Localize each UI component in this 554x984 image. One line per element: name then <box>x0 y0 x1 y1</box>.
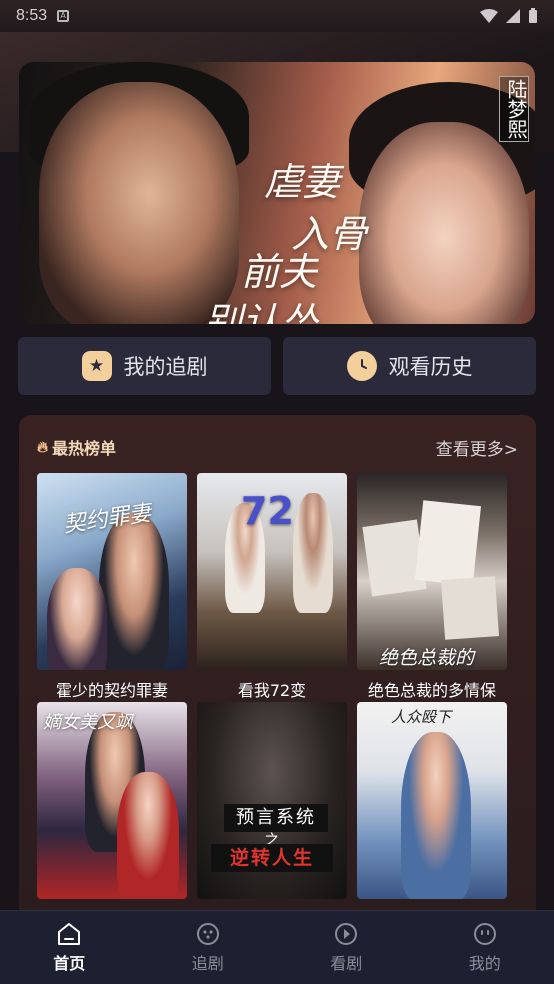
drama-poster: 72 <box>197 473 347 670</box>
watch-history-button[interactable]: 观看历史 <box>283 337 536 395</box>
drama-title: 看我72变 <box>237 681 307 700</box>
banner-title-line-1: 虐妻 <box>264 160 341 204</box>
drama-card[interactable]: 预言系统 之 逆转人生 <box>197 702 347 906</box>
poster-title-art: 绝色总裁的 <box>379 647 475 669</box>
banner-figure-left <box>39 82 239 324</box>
battery-icon <box>529 8 537 23</box>
signal-icon <box>506 9 520 23</box>
featured-banner[interactable]: 虐妻 入骨 前夫 别认怂 陆梦熙 <box>19 62 535 324</box>
home-icon <box>56 922 82 946</box>
tab-following[interactable]: 追剧 <box>139 911 278 984</box>
tab-following-label: 追剧 <box>191 953 224 973</box>
poster-photo-frame <box>440 576 500 640</box>
drama-poster: 契约罪妻 <box>37 473 187 670</box>
tab-profile[interactable]: 我的 <box>416 911 554 984</box>
wifi-icon <box>480 9 498 23</box>
hot-list-header: 🔥︎ 最热榜单 查看更多> <box>19 435 536 460</box>
notification-a-icon: A <box>57 10 70 22</box>
poster-title-art: 嫡女美又飒 <box>43 712 133 733</box>
my-favorites-button[interactable]: ★ 我的追剧 <box>18 337 271 395</box>
hot-list-title-text: 最热榜单 <box>52 439 117 458</box>
gamepad-icon <box>195 922 221 946</box>
tab-profile-label: 我的 <box>468 953 501 973</box>
drama-card[interactable]: 嫡女美又飒 <box>37 702 187 906</box>
poster-title-art: 逆转人生 <box>211 844 333 872</box>
poster-title-art: 72 <box>241 489 294 533</box>
hot-list-title: 🔥︎ 最热榜单 <box>37 435 116 459</box>
banner-title-line-4: 别认怂 <box>204 300 319 324</box>
see-more-link[interactable]: 查看更多> <box>436 435 518 460</box>
drama-card[interactable]: 人众殴下 <box>357 702 507 906</box>
poster-title-art: 人众殴下 <box>391 708 452 726</box>
drama-poster: 绝色总裁的 <box>357 473 507 670</box>
watch-history-label: 观看历史 <box>388 355 473 379</box>
clock-icon <box>346 351 377 381</box>
drama-title: 绝色总裁的多情保 <box>367 681 496 700</box>
poster-photo-frame <box>414 500 482 586</box>
tab-home-label: 首页 <box>53 953 86 973</box>
poster-figure <box>47 568 107 670</box>
banner-side-name: 陆梦熙 <box>499 76 529 142</box>
drama-card[interactable]: 绝色总裁的 绝色总裁的多情保 <box>357 473 507 701</box>
drama-card[interactable]: 72 看我72变 <box>197 473 347 701</box>
poster-figure <box>99 513 169 670</box>
drama-poster: 嫡女美又飒 <box>37 702 187 899</box>
poster-figure <box>293 493 333 613</box>
profile-face-icon <box>472 922 498 946</box>
tab-home[interactable]: 首页 <box>0 911 139 984</box>
status-bar: 8:53 A <box>0 0 554 32</box>
drama-card[interactable]: 契约罪妻 霍少的契约罪妻 <box>37 473 187 701</box>
poster-figure <box>401 732 471 899</box>
bottom-tab-bar: 首页 追剧 看剧 我的 <box>0 910 554 984</box>
status-icons <box>480 8 538 24</box>
drama-poster: 人众殴下 <box>357 702 507 899</box>
hot-list-section: 🔥︎ 最热榜单 查看更多> 契约罪妻 霍少的契约罪妻 72 看我72变 绝色总裁… <box>19 415 536 935</box>
banner-figure-right <box>359 122 529 324</box>
tab-watch[interactable]: 看剧 <box>277 911 416 984</box>
flame-icon: 🔥︎ <box>37 438 49 456</box>
tab-watch-label: 看剧 <box>330 953 363 973</box>
status-time: 8:53 <box>16 7 48 24</box>
poster-figure <box>117 772 179 899</box>
drama-title: 霍少的契约罪妻 <box>55 681 168 700</box>
poster-title-art: 预言系统 <box>224 804 328 832</box>
banner-title-line-3: 前夫 <box>241 250 318 294</box>
play-circle-icon <box>333 922 359 946</box>
drama-poster: 预言系统 之 逆转人生 <box>197 702 347 899</box>
star-smile-icon: ★ <box>81 351 112 381</box>
my-favorites-label: 我的追剧 <box>123 355 208 379</box>
